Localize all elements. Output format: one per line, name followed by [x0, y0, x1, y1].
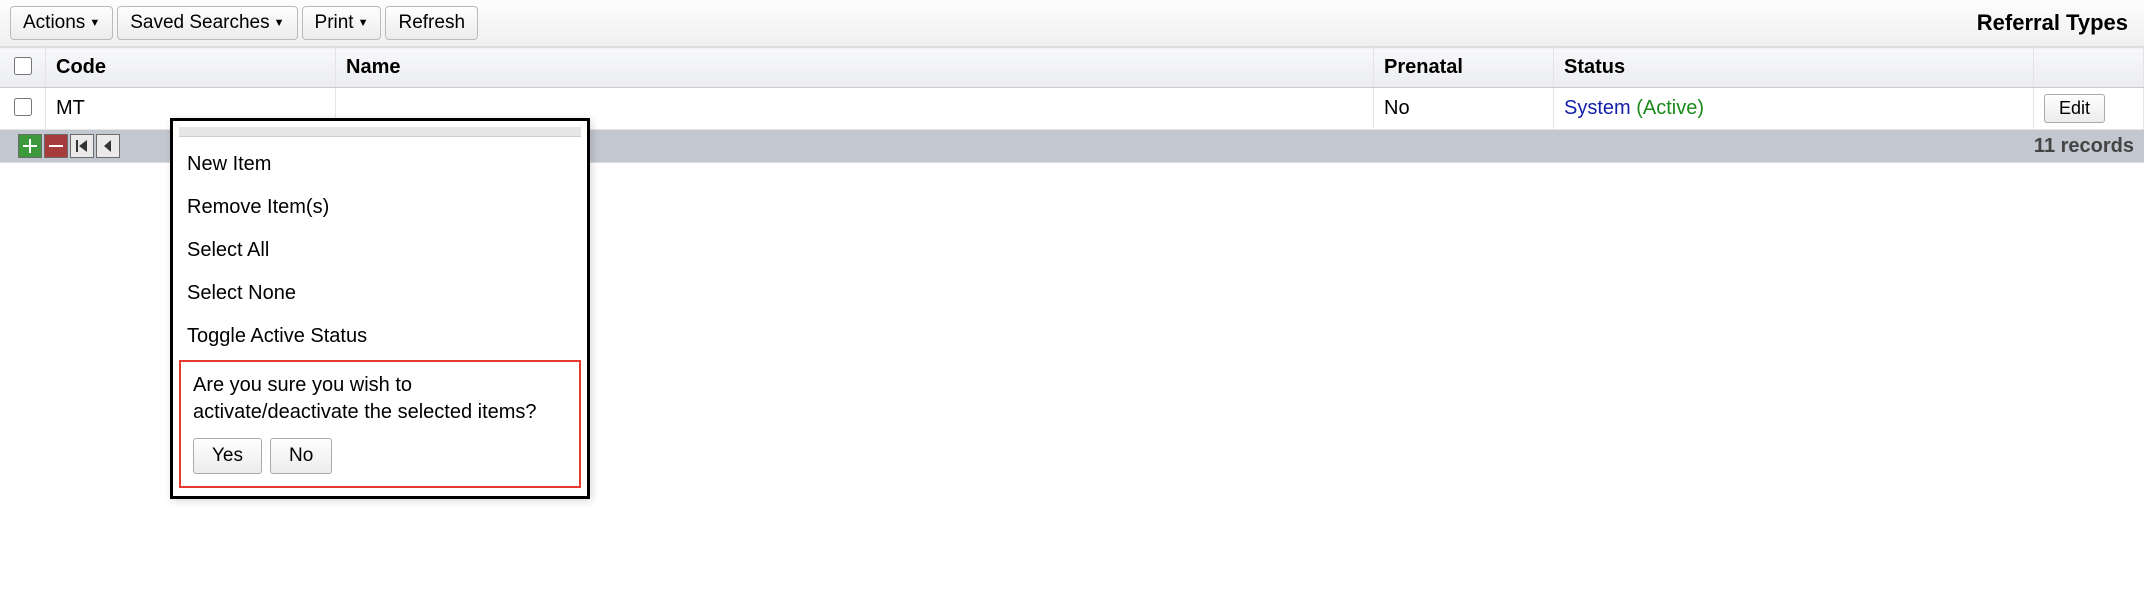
menu-select-all[interactable]: Select All	[173, 229, 587, 272]
footer-icons	[18, 134, 120, 158]
menu-drag-handle[interactable]	[179, 127, 581, 137]
edit-button[interactable]: Edit	[2044, 94, 2105, 123]
first-page-icon[interactable]	[70, 134, 94, 158]
column-prenatal[interactable]: Prenatal	[1374, 48, 1554, 88]
menu-remove-items[interactable]: Remove Item(s)	[173, 186, 587, 229]
row-status: System (Active)	[1554, 88, 2034, 130]
actions-menu-popup: New Item Remove Item(s) Select All Selec…	[170, 118, 590, 499]
confirm-box: Are you sure you wish to activate/deacti…	[179, 360, 581, 488]
select-all-header[interactable]	[0, 48, 46, 88]
toolbar: Actions ▼ Saved Searches ▼ Print ▼ Refre…	[0, 0, 2144, 47]
column-status[interactable]: Status	[1554, 48, 2034, 88]
refresh-label: Refresh	[398, 12, 465, 34]
chevron-down-icon: ▼	[274, 17, 285, 29]
confirm-buttons: Yes No	[193, 438, 567, 474]
row-prenatal: No	[1374, 88, 1554, 130]
saved-searches-label: Saved Searches	[130, 12, 269, 34]
actions-label: Actions	[23, 12, 85, 34]
print-button[interactable]: Print ▼	[302, 6, 382, 40]
confirm-yes-button[interactable]: Yes	[193, 438, 262, 474]
row-select-cell[interactable]	[0, 88, 46, 130]
column-edit	[2034, 48, 2144, 88]
menu-select-none[interactable]: Select None	[173, 272, 587, 315]
select-all-checkbox[interactable]	[14, 57, 32, 75]
column-code[interactable]: Code	[46, 48, 336, 88]
toolbar-left: Actions ▼ Saved Searches ▼ Print ▼ Refre…	[10, 6, 478, 40]
remove-icon[interactable]	[44, 134, 68, 158]
confirm-text: Are you sure you wish to activate/deacti…	[193, 372, 567, 426]
saved-searches-button[interactable]: Saved Searches ▼	[117, 6, 297, 40]
menu-toggle-active[interactable]: Toggle Active Status	[173, 315, 587, 358]
row-checkbox[interactable]	[14, 98, 32, 116]
record-count: 11 records	[2034, 135, 2134, 158]
refresh-button[interactable]: Refresh	[385, 6, 478, 40]
page-title: Referral Types	[1977, 10, 2134, 36]
chevron-down-icon: ▼	[358, 17, 369, 29]
print-label: Print	[315, 12, 354, 34]
chevron-down-icon: ▼	[89, 17, 100, 29]
row-edit-cell: Edit	[2034, 88, 2144, 130]
table-header-row: Code Name Prenatal Status	[0, 48, 2144, 88]
confirm-no-button[interactable]: No	[270, 438, 332, 474]
status-system: System	[1564, 97, 1631, 119]
status-active: (Active)	[1636, 97, 1704, 119]
column-name[interactable]: Name	[336, 48, 1374, 88]
add-icon[interactable]	[18, 134, 42, 158]
prev-page-icon[interactable]	[96, 134, 120, 158]
menu-new-item[interactable]: New Item	[173, 143, 587, 186]
actions-button[interactable]: Actions ▼	[10, 6, 113, 40]
